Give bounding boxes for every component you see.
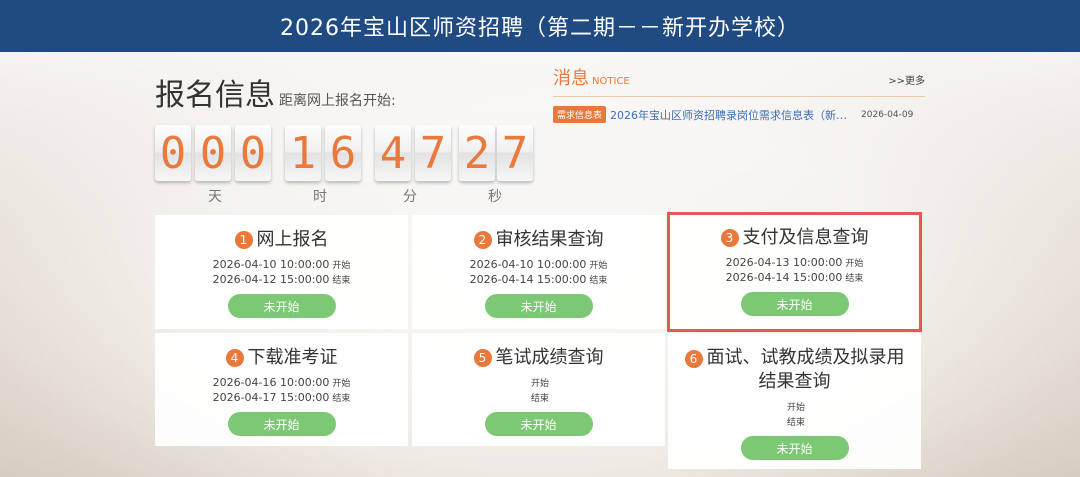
step-start-time: 2026-04-10 10:00:00 — [469, 258, 587, 271]
registration-title: 报名信息 — [155, 78, 275, 113]
main-content: 报名信息 距离网上报名开始: 0 0 0 天 1 6 时 4 7 分 2 7 秒… — [0, 52, 1080, 477]
end-label: 结束 — [845, 274, 864, 284]
not-started-button[interactable]: 未开始 — [227, 294, 336, 318]
not-started-button[interactable]: 未开始 — [740, 292, 849, 316]
end-label: 结束 — [332, 276, 351, 286]
news-title-en: NOTICE — [592, 76, 630, 87]
step-number: 2 — [473, 231, 492, 249]
countdown-digit: 7 — [497, 125, 533, 181]
unit-day: 天 — [208, 189, 222, 205]
countdown-digit: 0 — [155, 125, 191, 181]
step-start-time: 2026-04-16 10:00:00 — [212, 376, 330, 389]
step-number: 4 — [225, 349, 244, 367]
countdown-digit: 1 — [285, 125, 321, 181]
start-label: 开始 — [845, 259, 864, 269]
news-link[interactable]: 2026年宝山区师资招聘录岗位需求信息表（新开办学校） — [610, 107, 855, 123]
unit-minute: 分 — [403, 189, 417, 205]
not-started-button[interactable]: 未开始 — [227, 412, 336, 436]
countdown-digit: 0 — [195, 125, 231, 181]
step-title: 笔试成绩查询 — [495, 347, 604, 368]
page-title: 2026年宝山区师资招聘（第二期－－新开办学校） — [280, 16, 800, 41]
top-banner: 2026年宝山区师资招聘（第二期－－新开办学校） — [0, 0, 1080, 52]
news-tag: 需求信息表 — [553, 106, 607, 123]
unit-second: 秒 — [488, 189, 502, 205]
start-label: 开始 — [332, 379, 351, 389]
countdown-digit: 7 — [415, 125, 451, 181]
not-started-button[interactable]: 未开始 — [740, 436, 849, 460]
step-number: 5 — [473, 349, 492, 367]
step-end-time: 2026-04-12 15:00:00 — [212, 273, 330, 286]
start-label: 开始 — [786, 403, 805, 413]
countdown-digit: 2 — [459, 125, 495, 181]
countdown-digit: 6 — [325, 125, 361, 181]
not-started-button[interactable]: 未开始 — [484, 294, 593, 318]
step-card-payment: 3 支付及信息查询 2026-04-13 10:00:00 开始 2026-04-1… — [667, 212, 922, 332]
step-title-wrap: 6 面试、试教成绩及拟录用结果查询 — [683, 346, 907, 394]
unit-hour: 时 — [313, 189, 327, 205]
step-title: 审核结果查询 — [495, 229, 604, 250]
news-title: 消息 — [553, 68, 589, 89]
end-label: 结束 — [530, 394, 549, 404]
step-number: 3 — [720, 229, 739, 247]
step-title: 支付及信息查询 — [742, 227, 869, 248]
news-date: 2026-04-09 — [861, 109, 914, 120]
step-number: 1 — [234, 231, 253, 249]
step-end-time: 2026-04-17 15:00:00 — [212, 391, 330, 404]
not-started-button[interactable]: 未开始 — [484, 412, 593, 436]
registration-subtitle: 距离网上报名开始: — [279, 93, 396, 109]
more-link[interactable]: >>更多 — [888, 72, 925, 87]
step-card-registration: 1 网上报名 2026-04-10 10:00:00 开始 2026-04-12 1… — [155, 215, 408, 329]
end-label: 结束 — [589, 276, 608, 286]
countdown-digit: 4 — [375, 125, 411, 181]
news-panel: 消息 NOTICE >>更多 需求信息表 2026年宝山区师资招聘录岗位需求信息… — [553, 64, 925, 123]
step-title: 下载准考证 — [247, 347, 338, 368]
step-title: 面试、试教成绩及拟录用结果查询 — [706, 347, 905, 392]
end-label: 结束 — [332, 394, 351, 404]
step-start-time: 2026-04-13 10:00:00 — [725, 256, 843, 269]
step-card-review-result: 2 审核结果查询 2026-04-10 10:00:00 开始 2026-04-14… — [412, 215, 665, 329]
registration-header: 报名信息 距离网上报名开始: — [155, 70, 545, 114]
step-title: 网上报名 — [256, 229, 329, 250]
step-start-time: 2026-04-10 10:00:00 — [212, 258, 330, 271]
start-label: 开始 — [530, 379, 549, 389]
start-label: 开始 — [589, 261, 608, 271]
countdown-digit: 0 — [235, 125, 271, 181]
step-card-interview-result: 6 面试、试教成绩及拟录用结果查询 开始 结束 未开始 — [668, 333, 921, 469]
news-item[interactable]: 需求信息表 2026年宝山区师资招聘录岗位需求信息表（新开办学校） 2026-0… — [553, 106, 925, 123]
step-card-admission-ticket: 4 下载准考证 2026-04-16 10:00:00 开始 2026-04-17 … — [155, 333, 408, 446]
start-label: 开始 — [332, 261, 351, 271]
end-label: 结束 — [786, 418, 805, 428]
step-end-time: 2026-04-14 15:00:00 — [725, 271, 843, 284]
step-end-time: 2026-04-14 15:00:00 — [469, 273, 587, 286]
step-number: 6 — [684, 350, 703, 368]
step-card-written-score: 5 笔试成绩查询 开始 结束 未开始 — [412, 333, 665, 446]
